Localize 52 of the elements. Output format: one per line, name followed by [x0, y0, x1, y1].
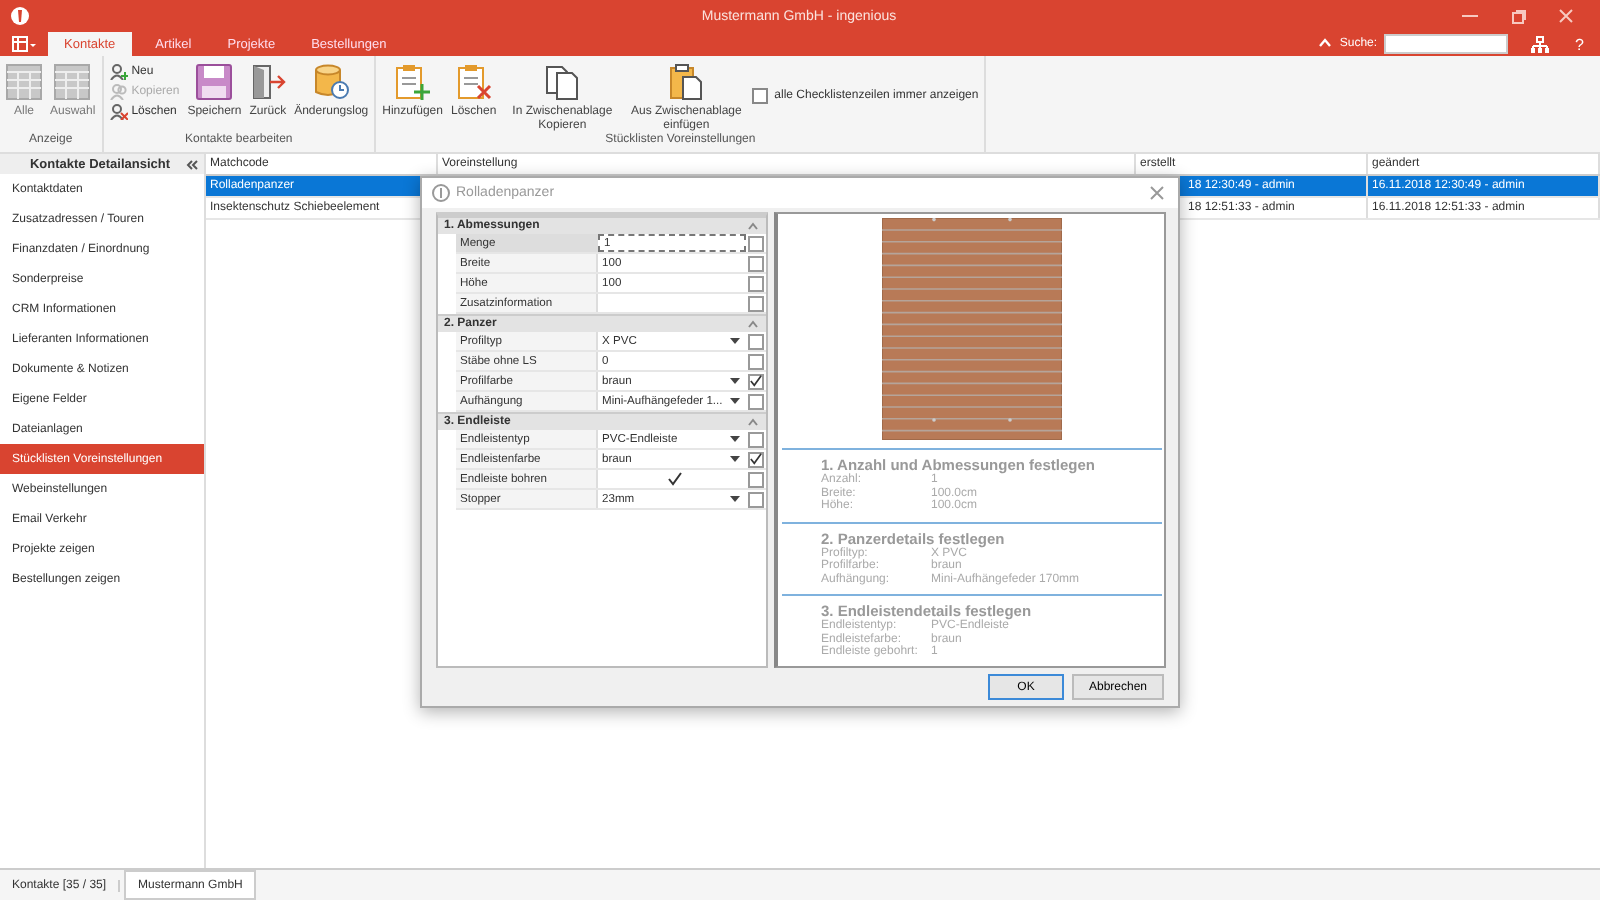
logo-icon — [10, 6, 30, 26]
close-button[interactable] — [1150, 186, 1164, 200]
checkbox[interactable] — [748, 373, 764, 389]
info-icon — [432, 184, 450, 202]
checkbox[interactable] — [748, 451, 764, 467]
help-button[interactable]: ? — [1575, 35, 1584, 53]
checkbox[interactable] — [748, 353, 764, 369]
dropdown-arrow-icon — [730, 436, 740, 442]
clipboard-delete-icon — [455, 64, 492, 100]
checkbox[interactable] — [748, 275, 764, 291]
checkbox[interactable] — [748, 333, 764, 349]
dropdown-arrow-icon — [730, 398, 740, 404]
check-icon — [750, 373, 762, 387]
dropdown-arrow-icon — [730, 456, 740, 462]
dropdown-arrow-icon — [730, 338, 740, 344]
close-icon — [1558, 8, 1574, 24]
grid-menu-icon — [12, 36, 36, 52]
clipboard-paste-icon — [668, 64, 705, 100]
caret-up-icon — [748, 320, 758, 328]
people-icon — [109, 83, 128, 99]
collapse-button[interactable] — [186, 159, 204, 169]
checkbox[interactable] — [748, 393, 764, 409]
check-icon — [750, 451, 762, 465]
dropdown-arrow-icon — [730, 378, 740, 384]
checkbox[interactable] — [748, 491, 764, 507]
checkbox[interactable] — [748, 255, 764, 271]
checkbox[interactable] — [748, 471, 764, 487]
search-field[interactable] — [1383, 33, 1508, 53]
network-button[interactable] — [1527, 34, 1552, 56]
table-icon — [54, 64, 91, 100]
caret-up-icon — [748, 418, 758, 426]
check-icon — [667, 472, 681, 486]
copy-pages-icon — [544, 64, 581, 100]
close-icon — [1150, 186, 1164, 200]
person-delete-icon — [109, 103, 128, 119]
checkbox[interactable] — [748, 431, 764, 447]
caret-up-icon — [748, 222, 758, 230]
restore-icon — [1510, 8, 1526, 24]
person-add-icon — [109, 63, 128, 79]
checkbox[interactable] — [667, 472, 681, 486]
door-arrow-icon — [249, 64, 286, 100]
dropdown-arrow-icon — [730, 496, 740, 502]
double-chevron-left-icon — [186, 159, 198, 169]
database-clock-icon — [313, 64, 350, 100]
collapse-caret-icon — [1317, 38, 1332, 48]
clipboard-plus-icon — [394, 64, 431, 100]
table-icon — [6, 64, 42, 100]
checkbox[interactable] — [748, 295, 764, 311]
checkbox[interactable] — [748, 235, 764, 251]
checkbox[interactable] — [752, 88, 769, 104]
app-menu-button[interactable] — [6, 32, 42, 56]
input-field[interactable] — [598, 294, 746, 312]
